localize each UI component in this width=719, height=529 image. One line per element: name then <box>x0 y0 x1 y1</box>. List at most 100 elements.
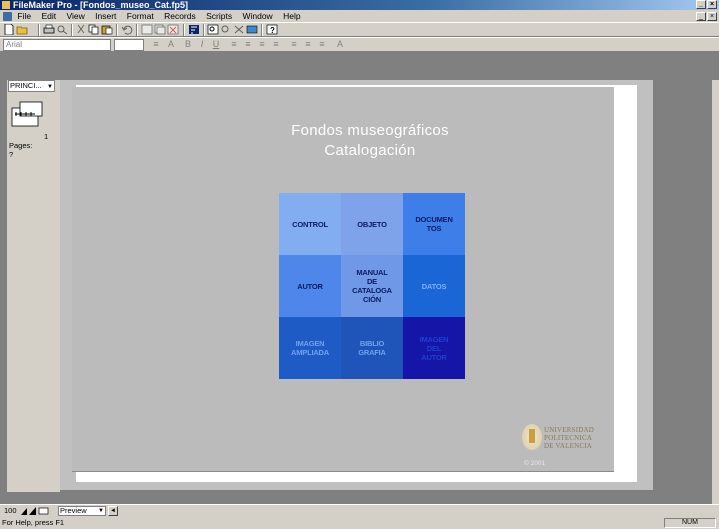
document-window-controls: _ × <box>696 12 717 21</box>
pages-label: Pages: ? <box>9 141 32 159</box>
university-crest-icon <box>522 424 542 450</box>
copyright: © 2001 <box>524 460 546 467</box>
omit-icon[interactable] <box>233 24 245 35</box>
logo-line: UNIVERSIDAD <box>544 426 595 434</box>
paste-icon[interactable] <box>101 24 113 35</box>
underline-icon[interactable]: U <box>210 39 222 50</box>
copy-icon[interactable] <box>88 24 100 35</box>
navigation-grid: CONTROL OBJETO DOCUMEN TOS AUTOR MANUAL … <box>279 193 465 379</box>
undo-icon[interactable] <box>121 24 133 35</box>
record-delete-icon[interactable] <box>167 24 179 35</box>
line-spacing-icon[interactable]: ≡ <box>288 39 300 50</box>
font-size-up-icon[interactable]: A <box>165 39 177 50</box>
bold-icon[interactable]: B <box>182 39 194 50</box>
italic-icon[interactable]: I <box>196 39 208 50</box>
print-icon[interactable] <box>43 24 55 35</box>
font-size-field[interactable] <box>114 39 144 51</box>
preview-icon[interactable] <box>56 24 68 35</box>
doc-close-button[interactable]: × <box>707 12 717 21</box>
find-all-icon[interactable] <box>220 24 232 35</box>
document-icon[interactable] <box>3 12 12 21</box>
align-right-icon[interactable]: ≡ <box>256 39 268 50</box>
menu-insert[interactable]: Insert <box>95 11 116 22</box>
toolbar-separator <box>203 24 205 36</box>
toolbar-separator <box>261 24 263 36</box>
scroll-left-button[interactable]: ◄ <box>108 506 118 516</box>
page-number[interactable]: 1 <box>44 132 48 141</box>
pages-count: ? <box>9 150 14 159</box>
menu-scripts[interactable]: Scripts <box>206 11 232 22</box>
bottom-bar: 100 Preview ▼ ◄ <box>0 504 719 516</box>
layout-menu-value: PRINCI... <box>10 81 42 90</box>
record-duplicate-icon[interactable] <box>154 24 166 35</box>
window-controls: _ × <box>696 0 717 9</box>
toolbar-separator <box>116 24 118 36</box>
layout-menu[interactable]: PRINCI... ▼ <box>8 80 55 92</box>
status-area: PRINCI... ▼ 1 Pages: ? <box>7 80 60 492</box>
menu-window[interactable]: Window <box>242 11 272 22</box>
indent-icon[interactable]: ≡ <box>302 39 314 50</box>
university-logo: UNIVERSIDAD POLITECNICA DE VALENCIA <box>522 424 607 456</box>
find-icon[interactable] <box>207 24 219 35</box>
mode-menu-value: Preview <box>60 506 87 515</box>
control-button[interactable]: CONTROL <box>279 193 341 255</box>
menu-view[interactable]: View <box>66 11 84 22</box>
page-title: Fondos museográficos Catalogación <box>240 121 500 161</box>
menu-edit[interactable]: Edit <box>41 11 56 22</box>
align-center-icon[interactable]: ≡ <box>242 39 254 50</box>
align-left-icon[interactable]: ≡ <box>150 39 162 50</box>
zoom-level[interactable]: 100 <box>4 506 17 516</box>
doc-minimize-button[interactable]: _ <box>696 12 706 21</box>
menu-records[interactable]: Records <box>164 11 196 22</box>
svg-text:?: ? <box>270 26 275 35</box>
footer-rule <box>72 471 614 472</box>
standard-toolbar: ? <box>0 22 719 37</box>
record-icon[interactable] <box>141 24 153 35</box>
datos-button[interactable]: DATOS <box>403 255 465 317</box>
logo-line: DE VALENCIA <box>544 442 593 450</box>
manual-catalogacion-button[interactable]: MANUAL DE CATALOGA CIÓN <box>341 255 403 317</box>
objeto-button[interactable]: OBJETO <box>341 193 403 255</box>
font-name-field[interactable]: Arial <box>3 39 111 51</box>
logo-line: POLITECNICA <box>544 434 593 442</box>
window-title: FileMaker Pro - [Fondos_museo_Cat.fp5] <box>13 0 189 10</box>
chevron-down-icon: ▼ <box>98 508 104 514</box>
justify-icon[interactable]: ≡ <box>270 39 282 50</box>
menu-file[interactable]: File <box>17 11 31 22</box>
filemaker-icon <box>2 1 10 9</box>
autor-button[interactable]: AUTOR <box>279 255 341 317</box>
toolbar-separator <box>136 24 138 36</box>
status-text: For Help, press F1 <box>2 518 65 527</box>
imagen-autor-button[interactable]: IMAGEN DEL AUTOR <box>403 317 465 379</box>
book-icon[interactable] <box>10 100 46 128</box>
title-line-2: Catalogación <box>324 142 416 159</box>
mode-menu[interactable]: Preview ▼ <box>58 506 106 516</box>
chevron-down-icon: ▼ <box>47 84 53 90</box>
menu-help[interactable]: Help <box>283 11 300 22</box>
align-left-text-icon[interactable]: ≡ <box>228 39 240 50</box>
title-line-1: Fondos museográficos <box>291 122 449 139</box>
menu-format[interactable]: Format <box>127 11 154 22</box>
text-color-icon[interactable]: A <box>334 39 346 50</box>
logo-text: UNIVERSIDAD POLITECNICA DE VALENCIA <box>544 426 594 450</box>
layout-mode-icon[interactable] <box>246 24 258 35</box>
toolbar-separator <box>183 24 185 36</box>
imagen-ampliada-button[interactable]: IMAGEN AMPLIADA <box>279 317 341 379</box>
zoom-controls[interactable] <box>20 506 50 516</box>
minimize-button[interactable]: _ <box>696 0 706 9</box>
vertical-scrollbar[interactable] <box>711 80 719 510</box>
title-bar: FileMaker Pro - [Fondos_museo_Cat.fp5] _… <box>0 0 719 10</box>
workspace-margin <box>653 80 711 490</box>
menu-bar: File Edit View Insert Format Records Scr… <box>0 11 719 22</box>
close-button[interactable]: × <box>707 0 717 9</box>
text-style-icon[interactable]: ≡ <box>316 39 328 50</box>
documentos-button[interactable]: DOCUMEN TOS <box>403 193 465 255</box>
toolbar-separator <box>38 24 40 36</box>
toolbar-separator <box>71 24 73 36</box>
help-icon[interactable]: ? <box>266 24 278 35</box>
sort-icon[interactable] <box>188 24 200 35</box>
new-icon[interactable] <box>3 24 15 35</box>
open-icon[interactable] <box>16 24 28 35</box>
cut-icon[interactable] <box>75 24 87 35</box>
bibliografia-button[interactable]: BIBLIO GRAFIA <box>341 317 403 379</box>
